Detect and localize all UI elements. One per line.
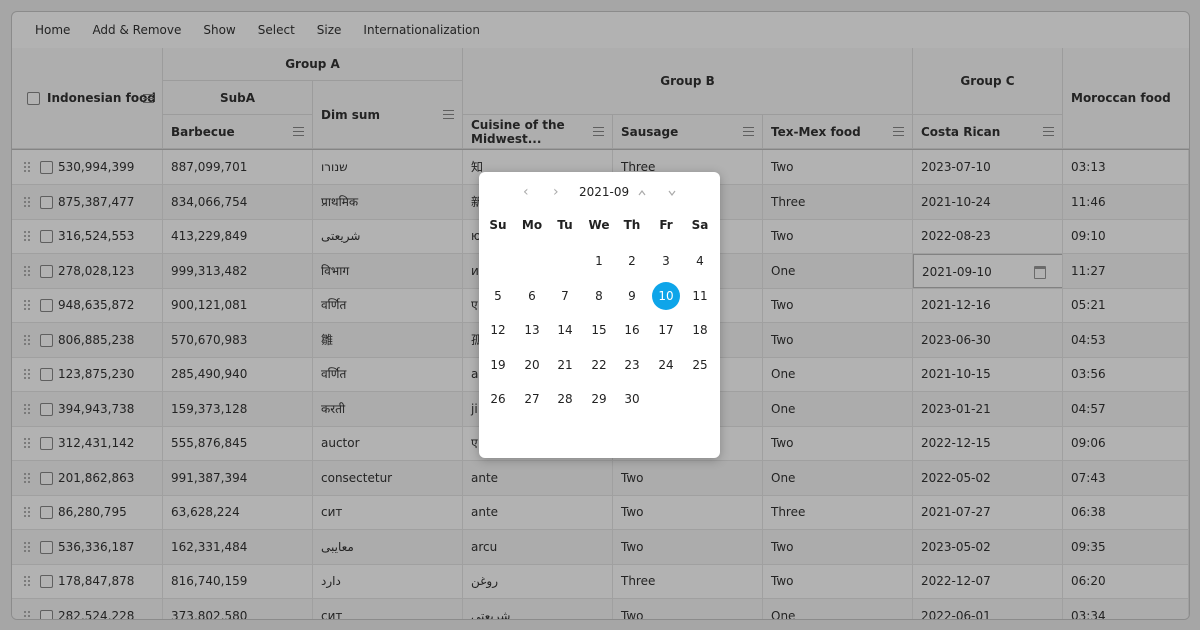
next-year-button[interactable]: ›	[553, 182, 559, 202]
chevron-up-icon	[638, 190, 646, 196]
weekday-label: We	[588, 218, 610, 232]
selected-day[interactable]: 10	[652, 281, 680, 310]
day-cell[interactable]: 9	[618, 282, 646, 310]
day-cell[interactable]: 1	[585, 247, 613, 275]
weekday-label: Fr	[659, 218, 673, 232]
date-picker-header: ‹ › 2021-09	[479, 182, 720, 202]
day-cell[interactable]: 6	[518, 282, 546, 310]
weekday-label: Su	[489, 218, 507, 232]
day-cell[interactable]: 2	[618, 247, 646, 275]
day-cell[interactable]: 11	[686, 282, 714, 310]
day-cell[interactable]: 19	[484, 351, 512, 379]
month-label[interactable]: 2021-09	[579, 182, 629, 202]
day-cell[interactable]: 23	[618, 351, 646, 379]
day-cell[interactable]: 4	[686, 247, 714, 275]
day-cell[interactable]: 17	[652, 316, 680, 344]
day-cell[interactable]: 20	[518, 351, 546, 379]
day-cell[interactable]: 25	[686, 351, 714, 379]
day-cell[interactable]: 5	[484, 282, 512, 310]
prev-month-button[interactable]	[638, 182, 646, 202]
day-cell[interactable]: 26	[484, 385, 512, 413]
prev-year-button[interactable]: ‹	[523, 182, 529, 202]
day-cell[interactable]: 21	[551, 351, 579, 379]
day-cell[interactable]: 29	[585, 385, 613, 413]
chevron-down-icon	[668, 190, 676, 196]
day-cell[interactable]: 7	[551, 282, 579, 310]
weekday-label: Th	[623, 218, 641, 232]
day-cell[interactable]: 28	[551, 385, 579, 413]
day-cell[interactable]: 8	[585, 282, 613, 310]
day-cell[interactable]: 24	[652, 351, 680, 379]
weekday-label: Mo	[521, 218, 543, 232]
day-cell[interactable]: 14	[551, 316, 579, 344]
day-cell[interactable]: 13	[518, 316, 546, 344]
day-cell[interactable]: 22	[585, 351, 613, 379]
weekday-label: Sa	[691, 218, 709, 232]
day-cell[interactable]: 16	[618, 316, 646, 344]
day-cell[interactable]: 3	[652, 247, 680, 275]
weekday-label: Tu	[557, 218, 573, 232]
day-cell[interactable]: 18	[686, 316, 714, 344]
date-picker-popup: ‹ › 2021-09 Su Mo Tu We Th Fr Sa 1 2 3 4 5 6 7 8 9 10 11…	[479, 172, 720, 458]
day-cell[interactable]: 15	[585, 316, 613, 344]
next-month-button[interactable]	[668, 182, 676, 202]
day-cell[interactable]: 30	[618, 385, 646, 413]
day-cell[interactable]: 27	[518, 385, 546, 413]
day-cell[interactable]: 12	[484, 316, 512, 344]
